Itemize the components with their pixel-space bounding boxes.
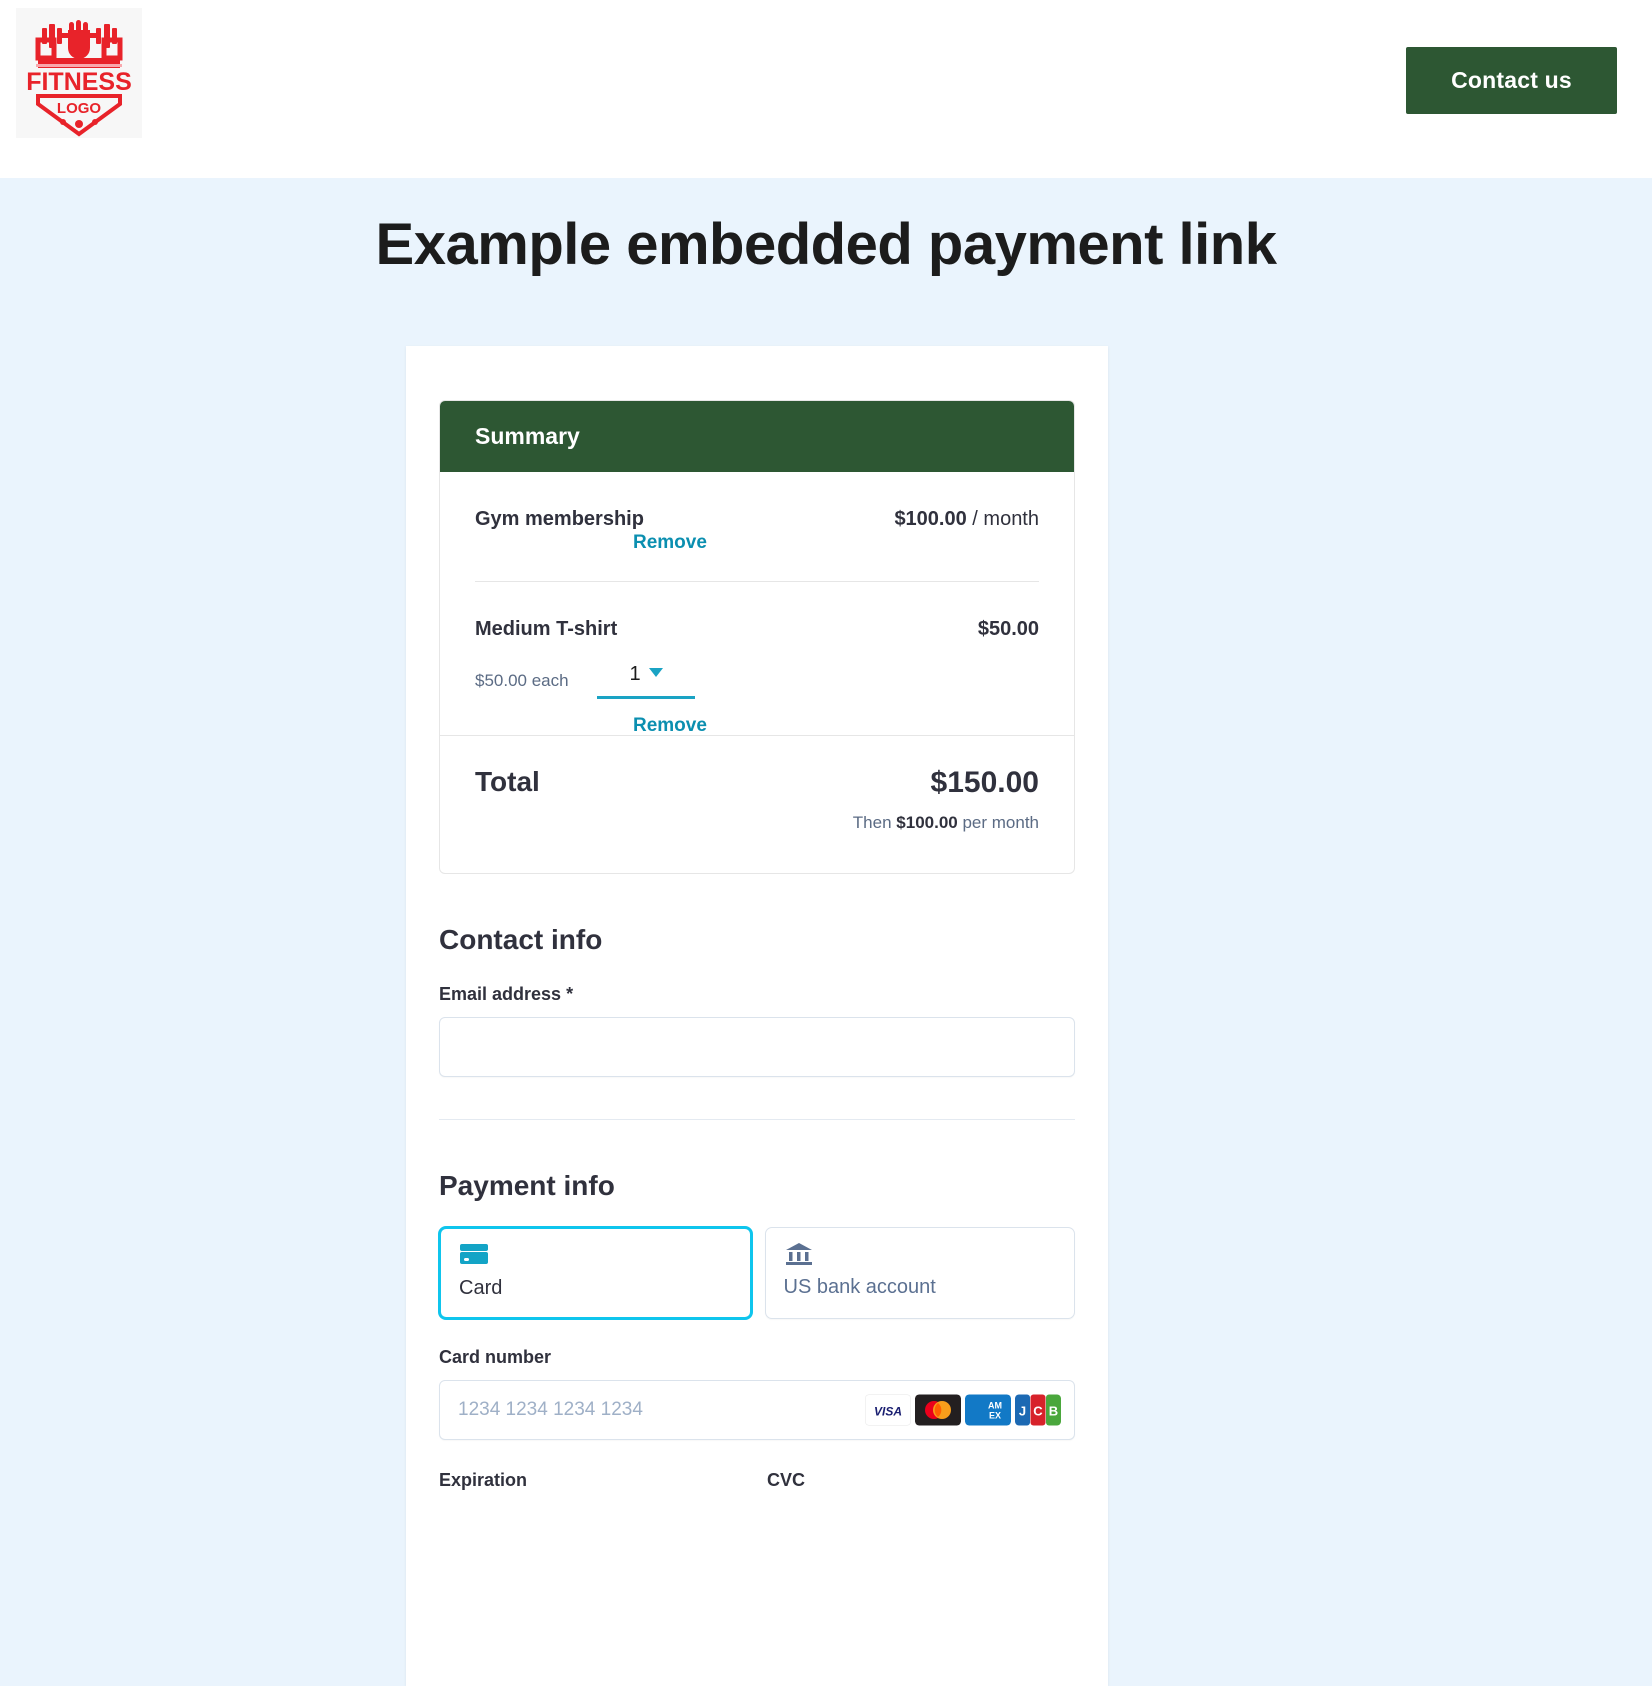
line-item-actions: Remove bbox=[475, 531, 1039, 581]
remove-item-link[interactable]: Remove bbox=[633, 532, 707, 554]
line-item-amount: $100.00 bbox=[894, 508, 967, 530]
line-item-name: Gym membership bbox=[475, 508, 644, 530]
recurring-amount: $100.00 bbox=[896, 813, 958, 832]
svg-text:LOGO: LOGO bbox=[57, 100, 101, 117]
contact-info-title: Contact info bbox=[439, 924, 603, 955]
bank-icon bbox=[784, 1242, 1057, 1272]
line-item: Gym membership $100.00 / month Remove bbox=[475, 472, 1039, 581]
line-item-price: $50.00 bbox=[978, 618, 1039, 641]
cvc-field: CVC bbox=[767, 1470, 1075, 1503]
svg-text:FITNESS: FITNESS bbox=[26, 68, 132, 96]
line-item: Medium T-shirt $50.00 $50.00 each 1 Remo… bbox=[475, 581, 1039, 737]
expiration-field: Expiration bbox=[439, 1470, 747, 1503]
jcb-icon: J C B bbox=[1015, 1394, 1061, 1426]
recurring-note: Then $100.00 per month bbox=[853, 813, 1039, 833]
line-item-interval: / month bbox=[966, 508, 1039, 530]
svg-text:AM: AM bbox=[988, 1401, 1002, 1411]
brand-logo[interactable]: FITNESS LOGO bbox=[16, 8, 142, 138]
svg-text:EX: EX bbox=[989, 1411, 1001, 1421]
email-input[interactable] bbox=[439, 1017, 1075, 1077]
total-label: Total bbox=[475, 766, 540, 797]
quantity-value: 1 bbox=[629, 663, 641, 685]
summary-line-items: Gym membership $100.00 / month Remove Me… bbox=[440, 472, 1074, 737]
line-item-amount: $50.00 bbox=[977, 618, 1039, 640]
line-item-controls: $50.00 each 1 Remove bbox=[475, 641, 1039, 737]
visa-icon: VISA bbox=[865, 1394, 911, 1426]
mastercard-icon bbox=[915, 1394, 961, 1426]
checkout-card: Summary Gym membership $100.00 / month R… bbox=[406, 346, 1108, 1686]
total-amount: $150.00 bbox=[930, 766, 1039, 799]
site-header: FITNESS LOGO Contact us bbox=[0, 0, 1652, 178]
line-item-header: Medium T-shirt $50.00 bbox=[475, 618, 1039, 641]
expiry-cvc-row: Expiration CVC bbox=[439, 1470, 1075, 1503]
svg-text:VISA: VISA bbox=[874, 1405, 902, 1419]
total-row: Total $150.00 Then $100.00 per month bbox=[440, 735, 1074, 873]
svg-text:B: B bbox=[1049, 1404, 1058, 1419]
credit-card-icon bbox=[459, 1243, 732, 1273]
expiration-label: Expiration bbox=[439, 1470, 528, 1490]
contact-us-button[interactable]: Contact us bbox=[1406, 47, 1617, 114]
payment-info-title: Payment info bbox=[439, 1170, 615, 1201]
amex-icon: AM EX bbox=[965, 1394, 1011, 1426]
recurring-suffix: per month bbox=[957, 813, 1039, 832]
accepted-card-brands: VISA AM EX J C B bbox=[865, 1394, 1061, 1426]
fitness-logo-icon: FITNESS LOGO bbox=[16, 8, 142, 138]
quantity-select[interactable]: 1 bbox=[597, 663, 695, 699]
svg-text:J: J bbox=[1019, 1404, 1026, 1419]
total-values: $150.00 Then $100.00 per month bbox=[853, 766, 1039, 833]
section-divider bbox=[439, 1119, 1075, 1120]
remove-item-link[interactable]: Remove bbox=[633, 715, 707, 737]
recurring-prefix: Then bbox=[852, 813, 897, 832]
summary-heading: Summary bbox=[440, 401, 1074, 472]
tab-us-bank-label: US bank account bbox=[783, 1276, 936, 1298]
page-body: Example embedded payment link Summary Gy… bbox=[0, 178, 1652, 1686]
card-number-field: VISA AM EX J C bbox=[439, 1380, 1075, 1440]
cvc-label: CVC bbox=[767, 1470, 806, 1490]
tab-card-label: Card bbox=[459, 1277, 503, 1299]
tab-card[interactable]: Card bbox=[439, 1227, 752, 1319]
svg-text:C: C bbox=[1033, 1404, 1043, 1419]
tab-us-bank-account[interactable]: US bank account bbox=[764, 1227, 1075, 1319]
line-item-price: $100.00 / month bbox=[894, 508, 1039, 531]
order-summary: Summary Gym membership $100.00 / month R… bbox=[439, 400, 1075, 874]
page-title: Example embedded payment link bbox=[375, 212, 1277, 277]
chevron-down-icon bbox=[648, 668, 663, 677]
email-label: Email address * bbox=[439, 984, 574, 1004]
line-item-name: Medium T-shirt bbox=[475, 618, 618, 640]
card-number-label: Card number bbox=[439, 1347, 552, 1367]
payment-method-tabs: Card US bank account bbox=[439, 1227, 1075, 1319]
line-item-header: Gym membership $100.00 / month bbox=[475, 508, 1039, 531]
